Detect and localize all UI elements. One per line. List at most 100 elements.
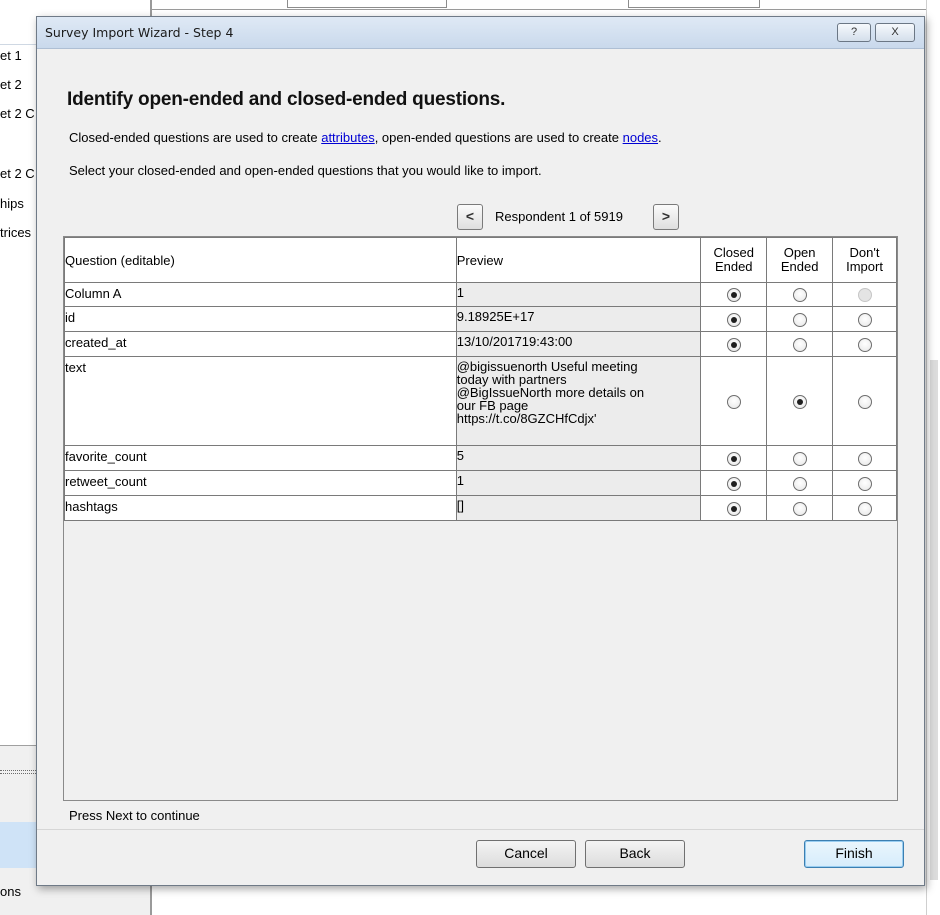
open-ended-cell <box>766 445 834 471</box>
next-respondent-button[interactable]: > <box>653 204 679 230</box>
dont-import-cell <box>832 445 897 471</box>
header-label: Import <box>846 259 883 274</box>
closed-ended-radio[interactable] <box>726 312 741 327</box>
open-ended-cell <box>766 306 834 332</box>
questions-table: Question (editable) Preview Closed Ended… <box>64 237 897 521</box>
question-cell[interactable]: id <box>64 306 457 332</box>
closed-ended-radio[interactable] <box>726 451 741 466</box>
status-text: Press Next to continue <box>69 808 200 823</box>
bg-nav-item-5[interactable]: hips <box>0 196 24 211</box>
open-ended-radio[interactable] <box>792 337 807 352</box>
dialog-titlebar[interactable]: Survey Import Wizard - Step 4 ? X <box>37 17 924 49</box>
closed-ended-radio[interactable] <box>726 288 741 303</box>
open-ended-radio[interactable] <box>792 451 807 466</box>
preview-cell: 1 <box>455 282 702 307</box>
description-line-2: Select your closed-ended and open-ended … <box>69 163 542 178</box>
preview-text: 1 <box>456 473 464 488</box>
bg-nav-item-4[interactable]: et 2 C <box>0 166 35 181</box>
bg-toolbar-field-1[interactable] <box>287 0 447 8</box>
question-cell[interactable]: created_at <box>64 331 457 357</box>
open-ended-cell <box>766 495 834 521</box>
chevron-right-icon: > <box>661 208 671 224</box>
open-ended-radio[interactable] <box>792 501 807 516</box>
column-header-open-ended[interactable]: Open Ended <box>766 237 834 283</box>
bg-scrollbar[interactable] <box>930 360 938 880</box>
closed-ended-cell <box>700 306 768 332</box>
question-cell[interactable]: text <box>64 356 457 446</box>
question-text: hashtags <box>65 499 118 514</box>
description-line-1: Closed-ended questions are used to creat… <box>69 130 662 145</box>
bg-nav-bottom-item[interactable]: ons <box>0 884 21 899</box>
preview-line: https://t.co/8GZCHfCdjx' <box>456 411 597 426</box>
dont-import-cell <box>832 306 897 332</box>
bg-toolbar-field-2[interactable] <box>628 0 760 8</box>
preview-cell: 9.18925E+17 <box>455 306 702 332</box>
closed-ended-cell <box>700 282 768 307</box>
closed-ended-radio[interactable] <box>726 476 741 491</box>
dont-import-radio[interactable] <box>857 501 872 516</box>
header-label: Ended <box>714 259 753 274</box>
preview-text: 13/10/201719:43:00 <box>456 334 573 349</box>
column-header-question[interactable]: Question (editable) <box>64 237 457 283</box>
preview-text: [] <box>456 498 464 513</box>
dont-import-radio[interactable] <box>857 312 872 327</box>
respondent-counter: Respondent 1 of 5919 <box>495 209 623 224</box>
closed-ended-radio[interactable] <box>726 501 741 516</box>
dont-import-radio[interactable] <box>857 337 872 352</box>
open-ended-cell <box>766 470 834 496</box>
column-header-dont-import[interactable]: Don't Import <box>832 237 897 283</box>
column-header-preview[interactable]: Preview <box>455 237 702 283</box>
bg-selected-item[interactable] <box>0 822 36 868</box>
cancel-button[interactable]: Cancel <box>476 840 576 868</box>
bg-nav-item-6[interactable]: trices <box>0 225 31 240</box>
bg-splitter-grip[interactable] <box>0 770 36 774</box>
dont-import-radio[interactable] <box>857 451 872 466</box>
preview-text: 5 <box>456 448 464 463</box>
preview-text: 9.18925E+17 <box>456 309 535 324</box>
attributes-link[interactable]: attributes <box>321 130 374 145</box>
table-row: favorite_count 5 <box>64 445 897 471</box>
open-ended-radio[interactable] <box>792 476 807 491</box>
page-heading: Identify open-ended and closed-ended que… <box>67 89 506 110</box>
preview-cell: @bigissuenorth Useful meeting today with… <box>455 356 702 446</box>
open-ended-radio[interactable] <box>792 288 807 303</box>
closed-ended-cell <box>700 356 768 446</box>
closed-ended-radio[interactable] <box>726 394 741 409</box>
question-cell[interactable]: hashtags <box>64 495 457 521</box>
description-text: Closed-ended questions are used to creat… <box>69 130 322 145</box>
question-cell[interactable]: favorite_count <box>64 445 457 471</box>
back-button[interactable]: Back <box>585 840 685 868</box>
bg-nav-item-2[interactable]: et 2 <box>0 77 22 92</box>
question-text: favorite_count <box>65 449 147 464</box>
open-ended-radio[interactable] <box>792 312 807 327</box>
dont-import-radio[interactable] <box>857 394 872 409</box>
question-cell[interactable]: retweet_count <box>64 470 457 496</box>
dont-import-cell <box>832 282 897 307</box>
nodes-link[interactable]: nodes <box>623 130 658 145</box>
header-label: Open <box>783 245 816 260</box>
column-header-closed-ended[interactable]: Closed Ended <box>700 237 768 283</box>
help-button[interactable]: ? <box>837 23 871 42</box>
dont-import-cell <box>832 356 897 446</box>
closed-ended-radio[interactable] <box>726 337 741 352</box>
dont-import-radio <box>857 288 872 303</box>
dont-import-radio[interactable] <box>857 476 872 491</box>
bg-nav-item-3[interactable]: et 2 C <box>0 106 35 121</box>
finish-button[interactable]: Finish <box>804 840 904 868</box>
table-row: Column A 1 <box>64 282 897 307</box>
question-text: retweet_count <box>65 474 147 489</box>
bg-nav-item-1[interactable]: et 1 <box>0 48 22 63</box>
preview-text: @bigissuenorth Useful meeting today with… <box>457 357 701 425</box>
closed-ended-cell <box>700 331 768 357</box>
open-ended-cell <box>766 331 834 357</box>
questions-grid: Question (editable) Preview Closed Ended… <box>63 236 898 801</box>
previous-respondent-button[interactable]: < <box>457 204 483 230</box>
table-header-row: Question (editable) Preview Closed Ended… <box>64 237 897 283</box>
closed-ended-cell <box>700 470 768 496</box>
preview-cell: 13/10/201719:43:00 <box>455 331 702 357</box>
bg-right-panel <box>926 0 940 915</box>
question-cell[interactable]: Column A <box>64 282 457 307</box>
open-ended-radio[interactable] <box>792 394 807 409</box>
close-button[interactable]: X <box>875 23 915 42</box>
dont-import-cell <box>832 470 897 496</box>
